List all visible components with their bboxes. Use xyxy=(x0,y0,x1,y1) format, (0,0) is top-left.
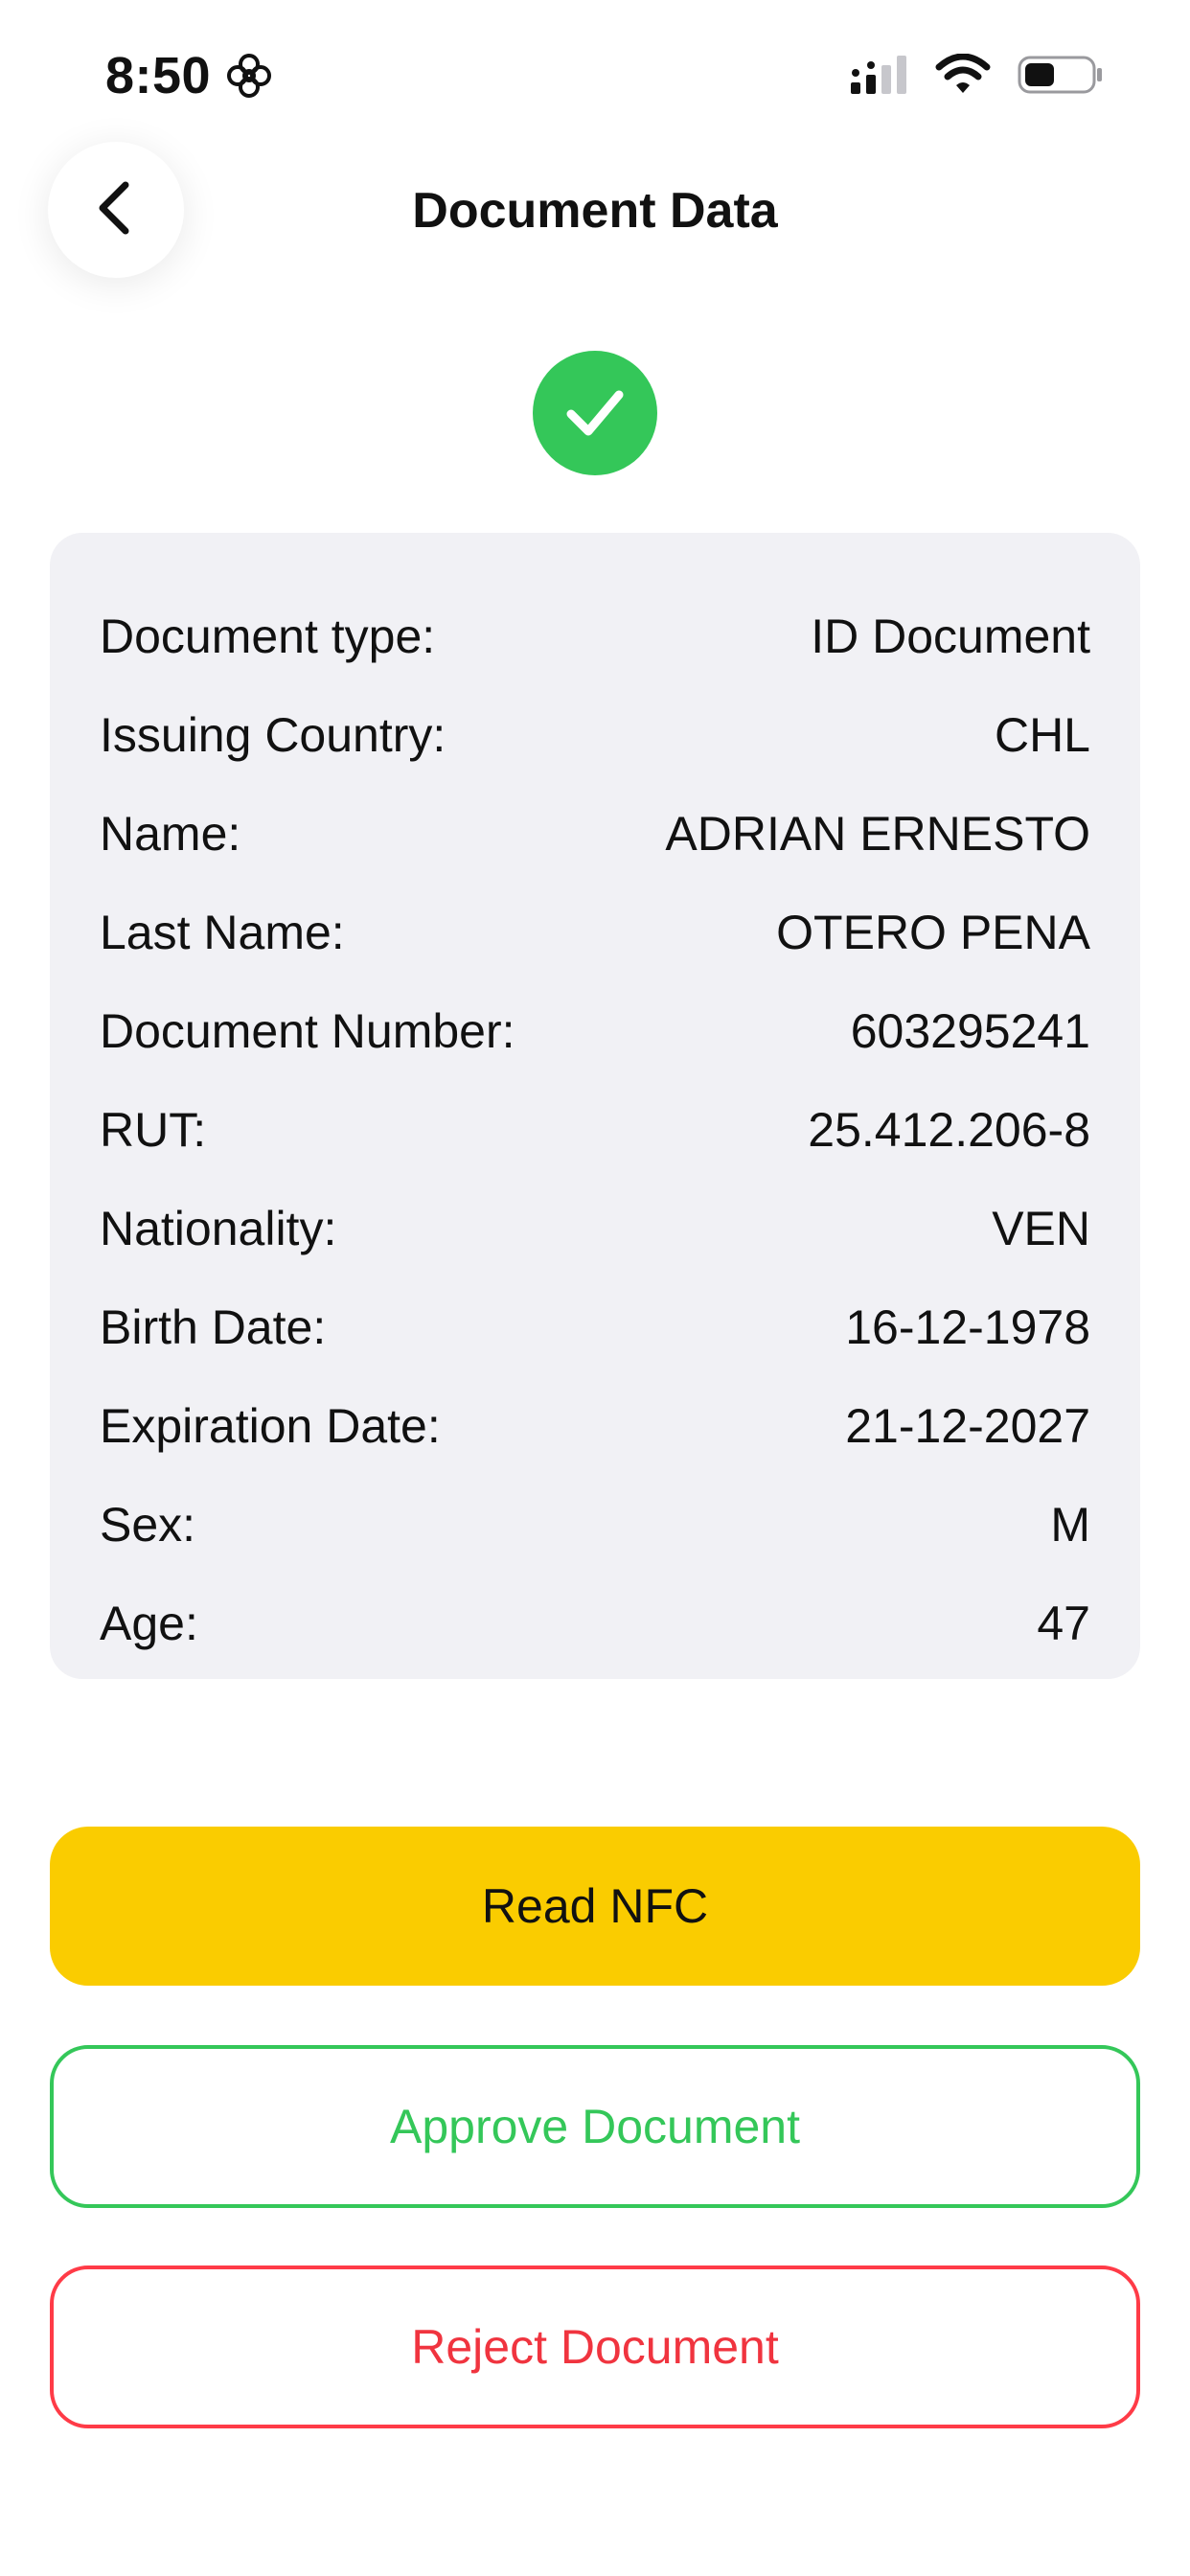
wifi-icon xyxy=(935,53,991,96)
data-value: 25.412.206-8 xyxy=(808,1102,1090,1157)
status-time: 8:50 xyxy=(105,46,274,105)
data-row-document-number: Document Number: 603295241 xyxy=(100,981,1090,1080)
data-value: OTERO PENA xyxy=(776,905,1090,959)
check-circle-icon xyxy=(533,351,657,475)
cellular-signal-icon xyxy=(849,54,910,96)
data-label: Document type: xyxy=(100,609,436,663)
read-nfc-button[interactable]: Read NFC xyxy=(50,1827,1140,1986)
data-value: 21-12-2027 xyxy=(845,1398,1090,1453)
data-label: Sex: xyxy=(100,1497,196,1552)
data-label: Name: xyxy=(100,806,241,861)
data-value: 47 xyxy=(1037,1596,1090,1650)
data-label: Last Name: xyxy=(100,905,345,959)
data-value: CHL xyxy=(994,707,1090,762)
data-row-nationality: Nationality: VEN xyxy=(100,1179,1090,1277)
data-label: Expiration Date: xyxy=(100,1398,441,1453)
data-label: Age: xyxy=(100,1596,198,1650)
data-label: RUT: xyxy=(100,1102,207,1157)
data-row-name: Name: ADRIAN ERNESTO xyxy=(100,784,1090,883)
data-label: Nationality: xyxy=(100,1201,337,1255)
data-value: 16-12-1978 xyxy=(845,1300,1090,1354)
data-label: Document Number: xyxy=(100,1003,515,1058)
data-label: Issuing Country: xyxy=(100,707,446,762)
document-data-list: Document type: ID Document Issuing Count… xyxy=(100,586,1090,1672)
data-row-age: Age: 47 xyxy=(100,1574,1090,1672)
flower-focus-icon xyxy=(224,51,274,101)
data-value: VEN xyxy=(992,1201,1090,1255)
data-value: ID Document xyxy=(811,609,1090,663)
battery-icon xyxy=(1018,54,1104,96)
data-value: ADRIAN ERNESTO xyxy=(665,806,1090,861)
data-row-rut: RUT: 25.412.206-8 xyxy=(100,1080,1090,1179)
status-icons xyxy=(849,53,1104,96)
page-title: Document Data xyxy=(412,183,778,239)
data-row-last-name: Last Name: OTERO PENA xyxy=(100,883,1090,981)
data-row-birth-date: Birth Date: 16-12-1978 xyxy=(100,1277,1090,1376)
data-row-expiration-date: Expiration Date: 21-12-2027 xyxy=(100,1376,1090,1475)
status-bar: 8:50 xyxy=(0,0,1190,153)
data-row-document-type: Document type: ID Document xyxy=(100,586,1090,685)
data-row-issuing-country: Issuing Country: CHL xyxy=(100,685,1090,784)
document-data-card: Document type: ID Document Issuing Count… xyxy=(50,533,1140,1679)
status-time-text: 8:50 xyxy=(105,47,212,104)
data-label: Birth Date: xyxy=(100,1300,327,1354)
data-value: 603295241 xyxy=(850,1003,1090,1058)
data-value: M xyxy=(1050,1497,1090,1552)
reject-document-button[interactable]: Reject Document xyxy=(50,2266,1140,2428)
approve-document-button[interactable]: Approve Document xyxy=(50,2045,1140,2208)
data-row-sex: Sex: M xyxy=(100,1475,1090,1574)
